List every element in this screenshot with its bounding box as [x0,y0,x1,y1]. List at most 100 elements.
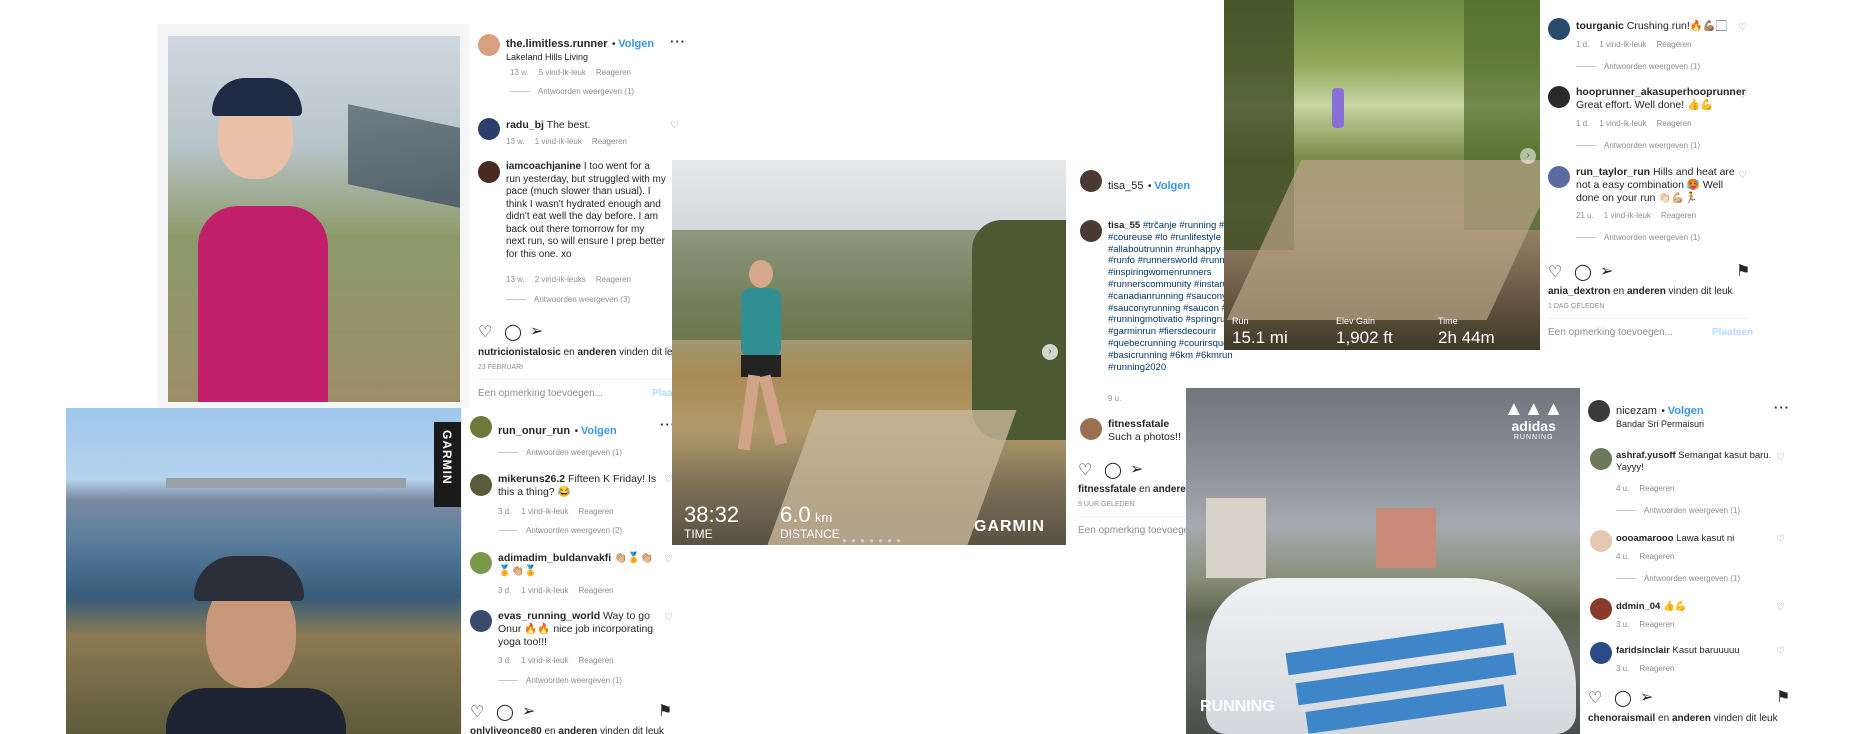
view-replies[interactable]: Antwoorden weergeven (2) [498,526,622,535]
comment-icon[interactable]: ◯ [496,702,514,722]
more-icon[interactable]: ··· [1774,400,1790,415]
comments-panel: run_onur_run • Volgen ··· Antwoorden wee… [461,408,686,734]
heart-icon[interactable]: ♡ [1738,170,1747,181]
share-icon[interactable]: ➢ [1640,687,1653,707]
heart-icon[interactable]: ♡ [1776,646,1785,657]
heart-icon[interactable]: ♡ [1776,602,1785,613]
view-replies[interactable]: Antwoorden weergeven (3) [506,295,630,304]
avatar[interactable] [470,416,492,438]
elevation-label: Elev Gain [1336,316,1376,326]
share-icon[interactable]: ➢ [1600,261,1613,281]
next-arrow-icon[interactable]: › [1520,148,1536,164]
comment-icon[interactable]: ◯ [504,322,522,342]
username[interactable]: the.limitless.runner [506,38,607,50]
comments-panel: tourganic Crushing run!🔥💪🏽🏻 ♡ 1 d. 1 vind… [1540,0,1760,350]
heart-icon[interactable]: ♡ [664,612,673,623]
avatar[interactable] [1548,166,1570,188]
follow-button[interactable]: Volgen [618,38,654,50]
follow-button[interactable]: Volgen [581,425,617,437]
likes-summary: chenoraismail en anderen vinden dit leuk [1588,713,1778,724]
more-icon[interactable]: ··· [670,34,686,49]
post-photo[interactable] [168,36,460,402]
view-replies[interactable]: Antwoorden weergeven (1) [1576,62,1700,71]
post-photo[interactable]: › Run 15.1 mi Elev Gain 1,902 ft Time 2h… [1224,0,1540,350]
avatar[interactable] [478,118,500,140]
post-photo[interactable]: GARMIN [66,408,461,734]
avatar[interactable] [1590,448,1612,470]
view-replies[interactable]: Antwoorden weergeven (1) [1576,233,1700,242]
comment-input[interactable]: Een opmerking toevoegen... [478,379,678,399]
post-button[interactable]: Plaatsen [1712,327,1753,338]
avatar[interactable] [470,474,492,496]
heart-icon[interactable]: ♡ [1738,90,1747,101]
heart-icon[interactable]: ♡ [470,702,484,722]
carousel-dots: ● ● ● ● ● ● ● [842,536,903,545]
distance-label: DISTANCE [780,527,840,541]
view-replies[interactable]: Antwoorden weergeven (1) [498,448,622,457]
next-arrow-icon[interactable]: › [1042,344,1058,360]
avatar[interactable] [478,34,500,56]
comment-meta: 3 u. Reageren [1616,620,1675,629]
comment-meta: 13 w. 1 vind-ik-leuk Reageren [506,137,627,146]
share-icon[interactable]: ➢ [1130,459,1143,479]
location-link[interactable]: Lakeland Hills Living [506,52,654,62]
username[interactable]: nicezam [1616,405,1657,417]
runner-figure [1332,88,1344,128]
comment-icon[interactable]: ◯ [1104,460,1122,480]
view-replies[interactable]: Antwoorden weergeven (1) [510,87,634,96]
comments-panel: the.limitless.runner • Volgen Lakeland H… [470,24,693,409]
comment: mikeruns26.2 Fifteen K Friday! Is this a… [498,473,657,498]
heart-icon[interactable]: ♡ [1776,452,1785,463]
avatar[interactable] [1080,170,1102,192]
heart-icon[interactable]: ♡ [670,120,679,131]
avatar[interactable] [1548,86,1570,108]
username[interactable]: run_onur_run [498,425,570,437]
heart-icon[interactable]: ♡ [1738,22,1747,33]
heart-icon[interactable]: ♡ [1588,688,1602,708]
garmin-logo: GARMIN [974,518,1045,535]
avatar[interactable] [1590,530,1612,552]
comment: ddmin_04 👍💪 [1616,601,1687,612]
distance-readout: 6.0 km [780,502,833,527]
heart-icon[interactable]: ♡ [478,322,492,342]
view-replies[interactable]: Antwoorden weergeven (1) [498,676,622,685]
post-photo[interactable]: ▲▲▲ adidas RUNNING RUNNING [1186,388,1580,734]
likes-summary: fitnessfatale en anderen vi [1078,484,1202,495]
location-link[interactable]: Bandar Sri Permaisuri [1616,419,1704,429]
avatar[interactable] [1590,598,1612,620]
comment-icon[interactable]: ◯ [1614,688,1632,708]
share-icon[interactable]: ➢ [530,321,543,341]
avatar[interactable] [1590,642,1612,664]
comment: radu_bj The best. [506,119,591,131]
username[interactable]: tisa_55 [1108,180,1143,192]
heart-icon[interactable]: ♡ [1776,534,1785,545]
share-icon[interactable]: ➢ [522,701,535,721]
comment-meta: 13 w. 2 vind-ik-leuks Reageren [506,275,631,284]
heart-icon[interactable]: ♡ [664,554,673,565]
comment-meta: 3 d. 1 vind-ik-leuk Reageren [498,586,614,595]
adidas-logo: ▲▲▲ adidas RUNNING [1504,398,1564,441]
view-replies[interactable]: Antwoorden weergeven (1) [1576,141,1700,150]
caption-meta: 9 u. [1108,394,1122,403]
bookmark-icon[interactable]: ⚑ [1736,261,1750,281]
avatar[interactable] [470,552,492,574]
avatar[interactable] [470,610,492,632]
view-replies[interactable]: Antwoorden weergeven (1) [1616,506,1740,515]
follow-button[interactable]: Volgen [1154,180,1190,192]
avatar[interactable] [1548,18,1570,40]
avatar[interactable] [1080,220,1102,242]
bookmark-icon[interactable]: ⚑ [1776,687,1790,707]
avatar[interactable] [478,161,500,183]
avatar[interactable] [1080,418,1102,440]
post-date: 9 uur geleden [1078,501,1135,508]
heart-icon[interactable]: ♡ [1078,460,1092,480]
comment-icon[interactable]: ◯ [1574,262,1592,282]
view-replies[interactable]: Antwoorden weergeven (1) [1616,574,1740,583]
avatar[interactable] [1588,400,1610,422]
post-photo[interactable]: 38:32 TIME 6.0 km DISTANCE GARMIN › ● ● … [672,160,1066,545]
comment: adimadim_buldanvakfi 👏🏼🏅👏🏼🏅👏🏼🏅 [498,552,654,577]
bookmark-icon[interactable]: ⚑ [658,701,672,721]
comment-meta: 4 u. Reageren [1616,552,1675,561]
heart-icon[interactable]: ♡ [1548,262,1562,282]
follow-button[interactable]: Volgen [1668,405,1704,417]
